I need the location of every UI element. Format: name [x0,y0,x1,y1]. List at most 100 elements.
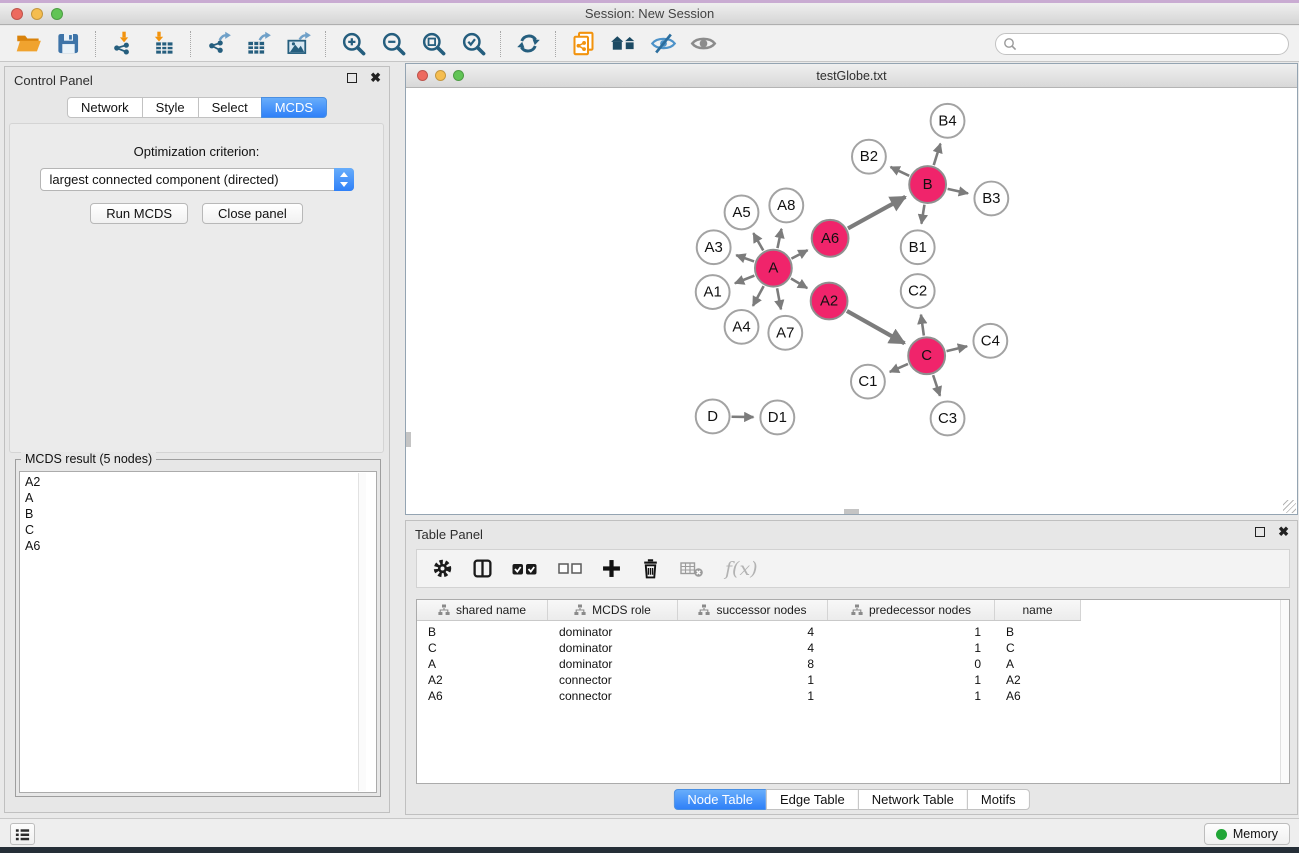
node-C1[interactable]: C1 [851,365,885,399]
close-window-button[interactable] [11,8,23,20]
edge-C-C1[interactable] [890,364,908,372]
deselect-all-rows-button[interactable] [558,562,583,575]
node-A4[interactable]: A4 [725,310,759,344]
result-scrollbar[interactable] [358,473,366,791]
edge-A-A6[interactable] [791,250,807,259]
table-row[interactable]: A2connector11A2 [417,672,1289,688]
edge-C-C2[interactable] [921,315,924,336]
table-row[interactable]: Adominator80A [417,656,1289,672]
export-network-button[interactable] [198,28,238,60]
network-canvas[interactable]: B4B2BB3A8A5A6A3B1AC2A1A2A4A7C4CC1C3DD1 [406,89,1297,514]
optimization-criterion-select[interactable]: largest connected component (directed) [40,168,354,191]
export-image-button[interactable] [278,28,318,60]
node-D1[interactable]: D1 [760,401,794,435]
node-C4[interactable]: C4 [973,324,1007,358]
edge-A-A5[interactable] [753,233,763,250]
edge-B-B2[interactable] [890,167,909,176]
mcds-result-item[interactable]: A2 [25,474,376,490]
tab-edge-table[interactable]: Edge Table [766,789,859,810]
hide-selected-button[interactable] [643,28,683,60]
node-A[interactable]: A [755,250,792,287]
memory-button[interactable]: Memory [1204,823,1290,845]
minimize-window-button[interactable] [31,8,43,20]
import-table-button[interactable] [143,28,183,60]
home-layout-button[interactable] [603,28,643,60]
node-B3[interactable]: B3 [974,182,1008,216]
table-scrollbar[interactable] [1280,600,1289,783]
zoom-in-button[interactable] [333,28,373,60]
table-row[interactable]: A6connector11A6 [417,688,1289,704]
node-A6[interactable]: A6 [812,220,849,257]
column-header-MCDS-role[interactable]: MCDS role [548,600,678,620]
edge-B-B3[interactable] [948,189,968,193]
function-builder-button[interactable]: f(x) [725,558,758,580]
node-C[interactable]: C [908,337,945,374]
delete-column-button[interactable] [640,558,661,579]
edge-A-A1[interactable] [735,276,754,284]
node-B1[interactable]: B1 [901,230,935,264]
vertical-scroll-thumb[interactable] [406,432,411,447]
column-header-shared-name[interactable]: shared name [417,600,548,620]
table-row[interactable]: Cdominator41C [417,640,1289,656]
horizontal-scroll-thumb[interactable] [844,509,859,514]
node-B4[interactable]: B4 [931,104,965,138]
column-header-name[interactable]: name [995,600,1081,620]
node-A3[interactable]: A3 [697,230,731,264]
tab-style[interactable]: Style [142,97,199,118]
node-B2[interactable]: B2 [852,140,886,174]
node-A2[interactable]: A2 [811,283,848,320]
tab-network-table[interactable]: Network Table [858,789,968,810]
float-table-panel-icon[interactable] [1255,527,1265,537]
edge-A6-B[interactable] [848,197,905,229]
search-input[interactable] [995,33,1289,55]
close-panel-button[interactable]: Close panel [202,203,303,224]
edge-A-A8[interactable] [777,229,781,248]
show-panels-button[interactable] [10,823,35,845]
import-network-button[interactable] [103,28,143,60]
edge-C-C4[interactable] [947,346,968,351]
close-panel-icon[interactable]: ✖ [370,73,381,83]
edge-A-A2[interactable] [791,279,807,289]
close-network-window-button[interactable] [417,70,428,81]
export-table-button[interactable] [238,28,278,60]
select-all-rows-button[interactable] [512,562,539,576]
table-options-button[interactable] [432,558,453,579]
delete-table-button[interactable] [680,559,706,578]
run-mcds-button[interactable]: Run MCDS [90,203,188,224]
open-session-button[interactable] [8,28,48,60]
resize-grip-icon[interactable] [1283,500,1296,513]
zoom-selected-button[interactable] [453,28,493,60]
minimize-network-window-button[interactable] [435,70,446,81]
tab-select[interactable]: Select [198,97,262,118]
mcds-result-item[interactable]: C [25,522,376,538]
tab-node-table[interactable]: Node Table [673,789,767,810]
zoom-out-button[interactable] [373,28,413,60]
column-header-successor-nodes[interactable]: successor nodes [678,600,828,620]
node-A7[interactable]: A7 [768,316,802,350]
create-column-button[interactable] [602,559,621,578]
node-A8[interactable]: A8 [769,189,803,223]
table-row[interactable]: Bdominator41B [417,624,1289,640]
edge-C-C3[interactable] [933,375,940,396]
edge-A-A3[interactable] [736,255,754,261]
node-C3[interactable]: C3 [931,402,965,436]
zoom-network-window-button[interactable] [453,70,464,81]
mcds-result-item[interactable]: A6 [25,538,376,554]
mcds-result-item[interactable]: B [25,506,376,522]
edge-A-A4[interactable] [753,286,764,306]
node-B[interactable]: B [909,166,946,203]
node-A1[interactable]: A1 [696,275,730,309]
save-session-button[interactable] [48,28,88,60]
edge-B-B4[interactable] [934,144,941,165]
float-panel-icon[interactable] [347,73,357,83]
node-D[interactable]: D [696,400,730,434]
show-all-button[interactable] [683,28,723,60]
tab-network[interactable]: Network [67,97,143,118]
edge-A2-C[interactable] [847,311,905,343]
node-C2[interactable]: C2 [901,274,935,308]
close-table-panel-icon[interactable]: ✖ [1278,527,1289,537]
refresh-button[interactable] [508,28,548,60]
zoom-window-button[interactable] [51,8,63,20]
new-network-from-selection-button[interactable] [563,28,603,60]
tab-motifs[interactable]: Motifs [967,789,1030,810]
